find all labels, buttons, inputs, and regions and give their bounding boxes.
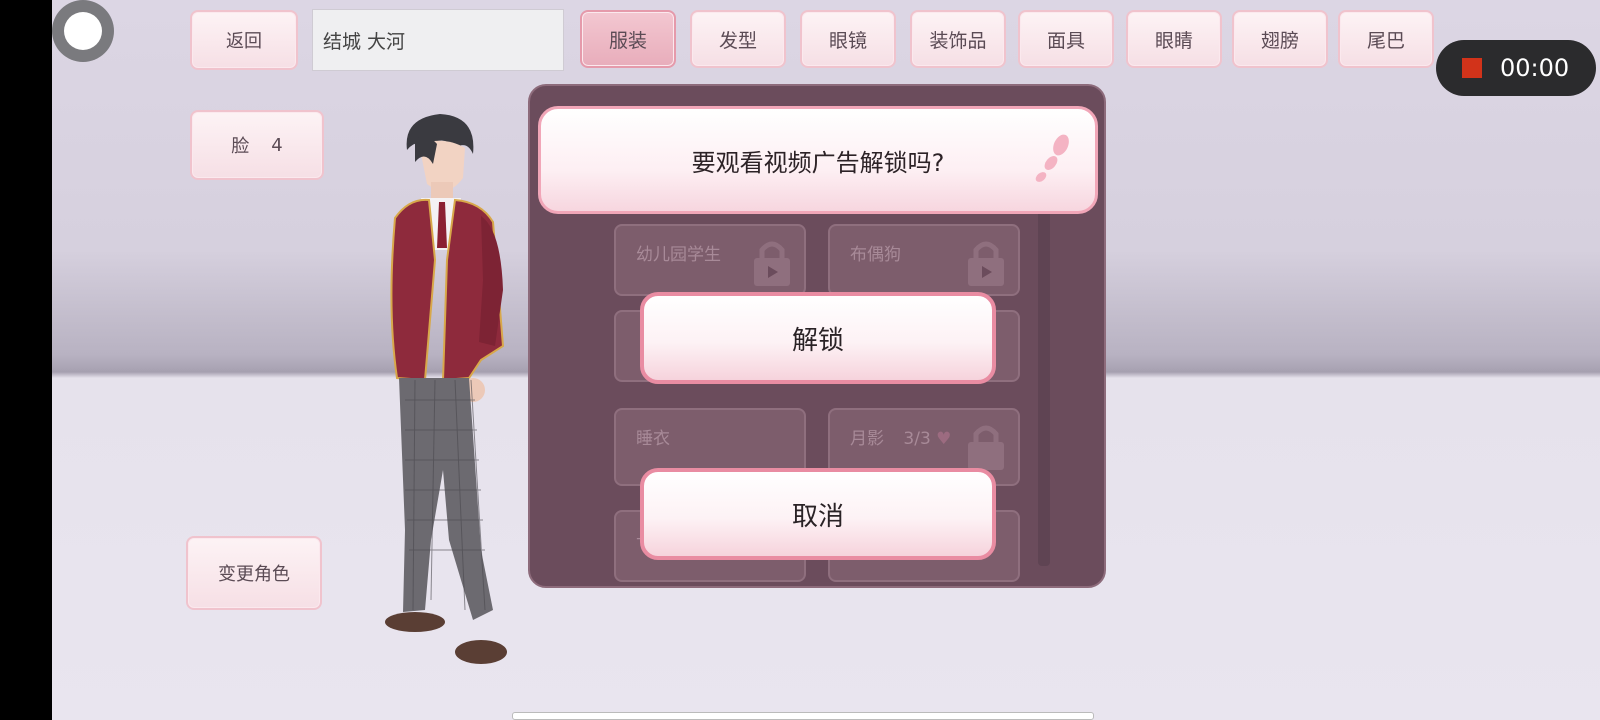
item-label: 布偶狗 xyxy=(850,245,901,265)
home-indicator-bar[interactable] xyxy=(512,712,1094,720)
tab-eyes[interactable]: 眼睛 xyxy=(1126,10,1222,68)
tab-hairstyle[interactable]: 发型 xyxy=(690,10,786,68)
lock-icon xyxy=(968,241,1004,286)
sakura-petal-icon xyxy=(1035,134,1069,182)
unlock-button[interactable]: 解锁 xyxy=(640,292,996,384)
cancel-button-label: 取消 xyxy=(791,501,844,532)
item-label: 睡衣 xyxy=(636,429,670,449)
character-name-value: 结城 大河 xyxy=(323,30,406,53)
record-circle-icon xyxy=(64,12,102,50)
stop-record-icon xyxy=(1462,58,1482,78)
tab-label: 尾巴 xyxy=(1366,29,1405,52)
back-button-label: 返回 xyxy=(226,31,262,52)
tab-glasses[interactable]: 眼镜 xyxy=(800,10,896,68)
tab-clothing[interactable]: 服装 xyxy=(580,10,676,68)
face-selector-button[interactable]: 脸 4 xyxy=(190,110,324,180)
character-model xyxy=(385,114,507,664)
tab-label: 眼睛 xyxy=(1154,29,1193,52)
tab-label: 翅膀 xyxy=(1260,29,1299,52)
cancel-button[interactable]: 取消 xyxy=(640,468,996,560)
item-kindergarten: 幼儿园学生 xyxy=(614,224,806,296)
tab-tail[interactable]: 尾巴 xyxy=(1338,10,1434,68)
tab-label: 发型 xyxy=(718,29,757,52)
unlock-button-label: 解锁 xyxy=(791,325,844,356)
change-character-label: 变更角色 xyxy=(218,564,290,585)
tab-label: 面具 xyxy=(1046,29,1085,52)
item-label: 月影 xyxy=(850,429,884,449)
face-value: 4 xyxy=(271,134,283,156)
dialog-question: 要观看视频广告解锁吗? xyxy=(691,148,945,177)
item-label: 幼儿园学生 xyxy=(636,245,721,265)
heart-icon: ♥ xyxy=(936,429,952,449)
tab-mask[interactable]: 面具 xyxy=(1018,10,1114,68)
recording-time: 00:00 xyxy=(1500,54,1570,82)
lock-icon xyxy=(754,241,790,286)
back-button[interactable]: 返回 xyxy=(190,10,298,70)
tab-accessories[interactable]: 装饰品 xyxy=(910,10,1006,68)
item-plush-dog: 布偶狗 xyxy=(828,224,1020,296)
item-count: 3/3 xyxy=(903,429,931,449)
tab-label: 装饰品 xyxy=(929,29,987,52)
dialog-title-banner: 要观看视频广告解锁吗? xyxy=(538,106,1098,214)
floating-record-button[interactable] xyxy=(52,0,114,62)
change-character-button[interactable]: 变更角色 xyxy=(186,536,322,610)
lock-icon xyxy=(968,425,1004,470)
recording-indicator[interactable]: 00:00 xyxy=(1436,40,1596,96)
tab-wings[interactable]: 翅膀 xyxy=(1232,10,1328,68)
tab-label: 眼镜 xyxy=(828,29,867,52)
character-name-field[interactable]: 结城 大河 xyxy=(312,9,564,71)
tab-label: 服装 xyxy=(608,29,647,52)
dialog-scrollbar[interactable] xyxy=(1038,206,1050,566)
face-label: 脸 xyxy=(231,136,250,157)
